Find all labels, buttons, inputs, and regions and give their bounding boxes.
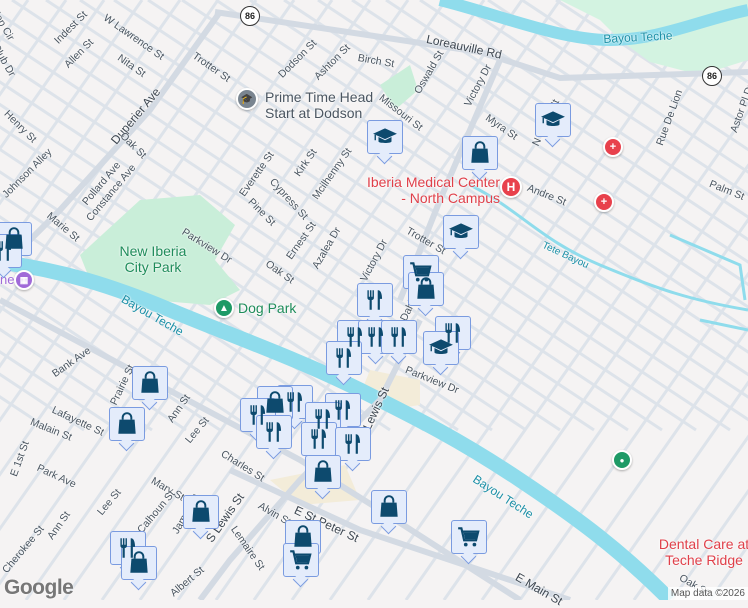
google-logo: Google xyxy=(4,576,74,599)
restaurant-marker[interactable] xyxy=(301,422,337,456)
shopping-bag-icon xyxy=(310,459,336,485)
fork-knife-icon xyxy=(386,324,412,350)
shop-marker[interactable] xyxy=(132,366,168,400)
graduation-cap-icon xyxy=(448,219,474,245)
fork-knife-icon xyxy=(362,287,388,313)
fork-knife-icon xyxy=(261,419,287,445)
school-marker[interactable] xyxy=(367,120,403,154)
graduation-cap-icon xyxy=(540,107,566,133)
shop-marker[interactable] xyxy=(109,407,145,441)
shop-marker[interactable] xyxy=(462,136,498,170)
highway-86-shield: 86 xyxy=(702,66,722,86)
shopping-bag-icon xyxy=(137,370,163,396)
museum-icon[interactable]: ▦ xyxy=(14,270,34,290)
shopping-bag-icon xyxy=(376,494,402,520)
fork-knife-icon xyxy=(340,431,366,457)
medical-cross-icon[interactable]: + xyxy=(594,192,614,212)
place-pin-icon[interactable]: ● xyxy=(612,450,632,470)
shop-marker[interactable] xyxy=(121,546,157,580)
shop-marker[interactable] xyxy=(305,455,341,489)
shopping-bag-icon xyxy=(413,276,439,302)
school-marker[interactable] xyxy=(443,215,479,249)
school-poi-icon[interactable]: 🎓 xyxy=(236,88,258,110)
restaurant-marker[interactable] xyxy=(335,427,371,461)
shop-marker[interactable] xyxy=(183,495,219,529)
highway-86-shield: 86 xyxy=(240,6,260,26)
shopping-cart-icon xyxy=(456,524,482,550)
poi-label-head-start[interactable]: Prime Time Head Start at Dodson xyxy=(265,89,385,121)
restaurant-marker[interactable] xyxy=(326,341,362,375)
map-attribution[interactable]: Map data ©2026 xyxy=(667,587,748,600)
hospital-icon[interactable]: H xyxy=(500,176,522,198)
shopping-bag-icon xyxy=(126,550,152,576)
restaurant-marker[interactable] xyxy=(357,283,393,317)
graduation-cap-icon xyxy=(428,335,454,361)
poi-label-dental[interactable]: Dental Care at Teche Ridge xyxy=(654,536,748,568)
medical-cross-icon[interactable]: + xyxy=(603,137,623,157)
shopping-bag-icon xyxy=(188,499,214,525)
graduation-cap-icon xyxy=(372,124,398,150)
shopping-bag-icon xyxy=(114,411,140,437)
poi-label-city-park[interactable]: New Iberia City Park xyxy=(118,243,188,275)
fork-knife-icon xyxy=(331,345,357,371)
tree-icon[interactable]: ▲ xyxy=(214,298,234,318)
grocery-marker[interactable] xyxy=(451,520,487,554)
school-marker[interactable] xyxy=(423,331,459,365)
shopping-cart-icon xyxy=(288,547,314,573)
fork-knife-icon xyxy=(0,238,17,264)
grocery-marker[interactable] xyxy=(283,543,319,577)
school-marker[interactable] xyxy=(535,103,571,137)
shop-marker[interactable] xyxy=(371,490,407,524)
fork-knife-icon xyxy=(306,426,332,452)
poi-label-dog-park[interactable]: Dog Park xyxy=(238,300,296,316)
restaurant-marker[interactable] xyxy=(256,415,292,449)
shop-marker[interactable] xyxy=(408,272,444,306)
restaurant-marker[interactable] xyxy=(381,320,417,354)
shopping-bag-icon xyxy=(467,140,493,166)
